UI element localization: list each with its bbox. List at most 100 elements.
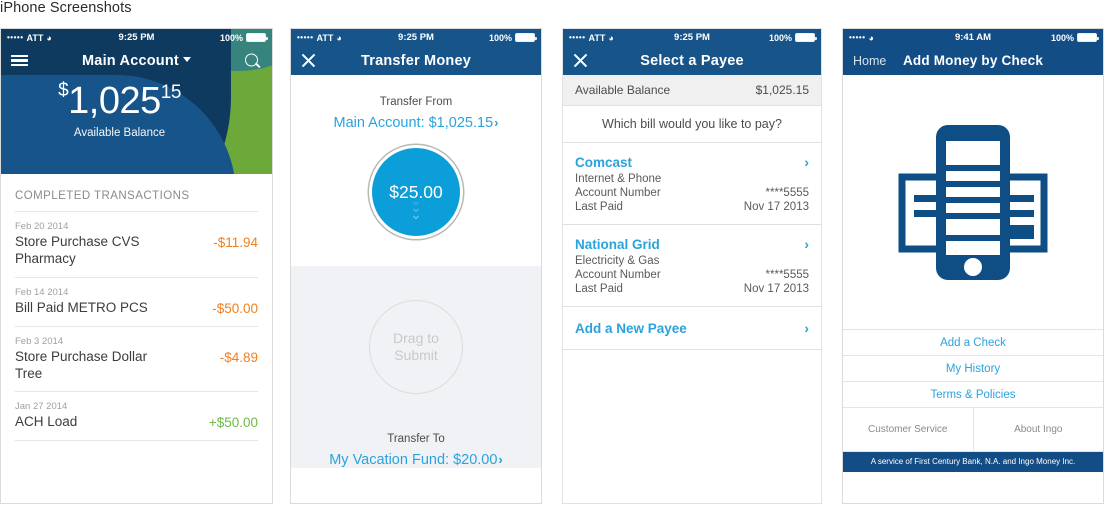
screenshot-add-money-by-check: ••••• ◕ 9:41 AM 100% Home Add Money by C… [842, 28, 1104, 504]
drag-to-submit-label: Drag to Submit [393, 329, 439, 364]
transaction-amount: -$4.89 [219, 349, 258, 365]
transaction-name: Store Purchase Dollar Tree [15, 348, 148, 381]
menu-item-add-a-check[interactable]: Add a Check [843, 330, 1103, 356]
nav-bar: Main Account [1, 46, 272, 75]
nav-title-label: Select a Payee [640, 52, 744, 69]
status-bar: ••••• ATT ◕ 9:25 PM 100% [1, 29, 272, 46]
account-switcher[interactable]: Main Account [82, 53, 191, 69]
last-paid-value: Nov 17 2013 [743, 201, 809, 213]
nav-bar: Home Add Money by Check [843, 46, 1103, 75]
status-bar: ••••• ATT ◕ 9:25 PM 100% [291, 29, 541, 46]
balance-amount: $1,02515 [1, 81, 238, 120]
page-title: iPhone Screenshots [0, 0, 132, 16]
balance-dollars: 1,025 [68, 80, 161, 122]
transfer-from-label: Transfer From [379, 96, 453, 108]
menu-item-about-ingo[interactable]: About Ingo [972, 408, 1104, 451]
search-button[interactable] [245, 53, 260, 68]
account-header-panel: ••••• ATT ◕ 9:25 PM 100% Main Account $1… [1, 29, 272, 174]
menu-item-customer-service[interactable]: Customer Service [843, 408, 973, 451]
drag-to-submit-target[interactable]: Drag to Submit [369, 300, 463, 394]
payee-name: National Grid [575, 236, 660, 252]
list-divider [15, 440, 258, 456]
last-paid-value: Nov 17 2013 [743, 283, 809, 295]
account-number-label: Account Number [575, 269, 661, 281]
available-balance-bar: Available Balance $1,025.15 [563, 75, 821, 106]
nav-bar: Transfer Money [291, 46, 541, 75]
table-row[interactable]: Feb 20 2014 Store Purchase CVS Pharmacy … [15, 211, 258, 277]
last-paid-label: Last Paid [575, 283, 623, 295]
payee-category: Electricity & Gas [575, 255, 660, 267]
last-paid-label: Last Paid [575, 201, 623, 213]
transaction-date: Jan 27 2014 [15, 401, 68, 413]
transaction-name: Bill Paid METRO PCS [15, 299, 148, 315]
account-number-value: ****5555 [765, 187, 809, 199]
transaction-date: Feb 14 2014 [15, 286, 69, 298]
screenshot-transfer-money: ••••• ATT ◕ 9:25 PM 100% Transfer Money … [290, 28, 542, 504]
chevron-down-icon [182, 56, 191, 62]
chevron-right-icon: › [494, 115, 499, 130]
chevron-right-icon: › [498, 452, 503, 467]
battery-percent: 100% [219, 32, 243, 43]
currency-symbol: $ [58, 80, 69, 101]
available-balance-label: Available Balance [575, 83, 671, 97]
chevron-right-icon: › [804, 154, 809, 170]
close-button[interactable] [301, 53, 316, 68]
hero-illustration [843, 75, 1103, 330]
nav-title-label: Main Account [82, 52, 179, 69]
chevron-right-icon: › [804, 236, 809, 252]
menu-item-terms-policies[interactable]: Terms & Policies [843, 382, 1103, 408]
battery-icon [246, 33, 268, 42]
add-new-payee-label: Add a New Payee [575, 320, 687, 336]
transaction-amount: -$50.00 [212, 300, 258, 316]
balance-cents: 15 [160, 82, 182, 103]
table-row[interactable]: Feb 14 2014 Bill Paid METRO PCS -$50.00 [15, 276, 258, 326]
menu-item-my-history[interactable]: My History [843, 356, 1103, 382]
payee-prompt: Which bill would you like to pay? [563, 106, 821, 143]
nav-title-label: Add Money by Check [902, 53, 1044, 68]
payee-category: Internet & Phone [575, 173, 662, 185]
transaction-amount: +$50.00 [208, 415, 258, 431]
transaction-name: Store Purchase CVS Pharmacy [15, 234, 140, 266]
transaction-amount: -$11.94 [213, 235, 258, 250]
list-item[interactable]: Comcast › Internet & Phone Account Numbe… [563, 143, 821, 225]
hamburger-icon [11, 54, 28, 67]
screenshot-main-account: ••••• ATT ◕ 9:25 PM 100% Main Account $1… [0, 28, 273, 504]
account-number-value: ****5555 [765, 269, 809, 281]
close-button[interactable] [573, 53, 588, 68]
account-number-label: Account Number [575, 187, 661, 199]
nav-title-label: Transfer Money [361, 52, 471, 69]
screenshot-select-a-payee: ••••• ATT ◕ 9:25 PM 100% Select a Payee … [562, 28, 822, 504]
transfer-to-section: Drag to Submit Transfer To My Vacation F… [291, 266, 541, 468]
transfer-to-account-link[interactable]: My Vacation Fund: $20.00› [329, 452, 503, 468]
table-row[interactable]: Feb 3 2014 Store Purchase Dollar Tree -$… [15, 325, 258, 392]
phone-with-check-icon [898, 124, 1048, 280]
transactions-list: Feb 20 2014 Store Purchase CVS Pharmacy … [1, 211, 272, 456]
battery-percent: 100% [1050, 32, 1074, 43]
secondary-menu: Customer Service About Ingo [843, 408, 1103, 452]
menu-button[interactable] [11, 54, 28, 67]
add-new-payee-button[interactable]: Add a New Payee › [563, 307, 821, 350]
transaction-date: Feb 20 2014 [15, 221, 69, 232]
close-icon [301, 53, 316, 68]
nav-bar: Select a Payee [563, 46, 821, 75]
transfer-to-label: Transfer To [387, 433, 445, 445]
battery-icon [515, 33, 537, 42]
transfer-amount-draggable[interactable]: $25.00 [369, 145, 463, 239]
transfer-from-account-link[interactable]: Main Account: $1,025.15› [334, 115, 499, 131]
drag-hint-chevrons: ⌄ ⌄ ⌄ [291, 194, 541, 221]
table-row[interactable]: Jan 27 2014 ACH Load +$50.00 [15, 391, 258, 440]
close-icon [573, 53, 588, 68]
available-balance-value: $1,025.15 [755, 83, 809, 97]
battery-icon [1077, 33, 1099, 42]
balance-label: Available Balance [73, 127, 166, 139]
back-button[interactable]: Home [853, 54, 886, 68]
transaction-name: ACH Load [15, 414, 78, 430]
list-item[interactable]: National Grid › Electricity & Gas Accoun… [563, 225, 821, 307]
transfer-to-account-label: My Vacation Fund: $20.00 [329, 452, 498, 468]
battery-icon [795, 33, 817, 42]
battery-percent: 100% [488, 32, 512, 43]
chevron-right-icon: › [804, 320, 809, 336]
status-bar: ••••• ATT ◕ 9:25 PM 100% [563, 29, 821, 46]
transactions-section-header: COMPLETED TRANSACTIONS [15, 190, 190, 202]
status-bar: ••••• ◕ 9:41 AM 100% [843, 29, 1103, 46]
